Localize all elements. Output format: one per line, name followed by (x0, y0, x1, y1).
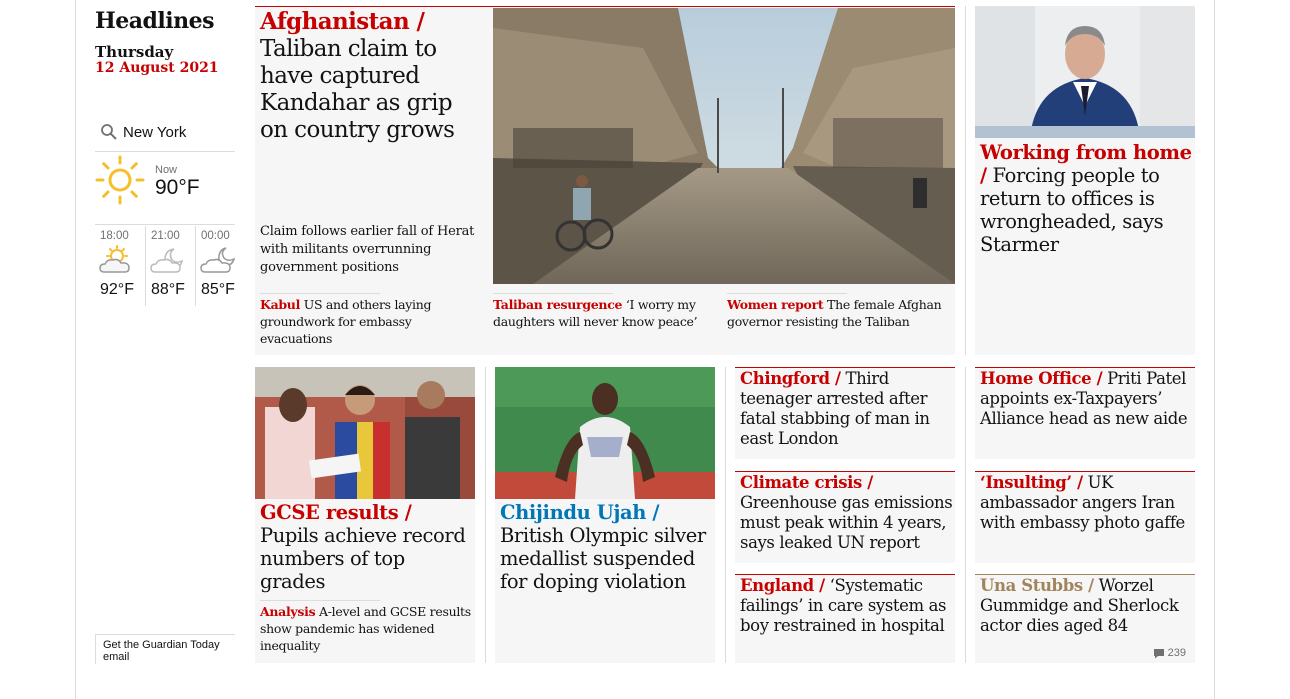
divider (260, 600, 380, 601)
sublink-kicker: Women report (727, 297, 824, 312)
forecast-temp: 85°F (200, 281, 235, 298)
story-kicker: England / (740, 576, 825, 595)
cloudy-moon-icon (150, 248, 184, 273)
partly-cloudy-moon-icon (200, 247, 236, 273)
forecast-time: 00:00 (200, 230, 230, 242)
weather-forecast: 18:00 92°F 21:00 88°F 00:00 85°F (95, 226, 245, 306)
main-story-standfirst: Claim follows earlier fall of Herat with… (260, 224, 475, 275)
story-home-office[interactable]: Home Office / Priti Patel appoints ex-Ta… (975, 367, 1195, 459)
date-full: 12 August 2021 (95, 60, 219, 76)
story-kicker: Chingford / (740, 369, 841, 388)
olympic-headline[interactable]: Chijindu Ujah / British Olympic silver m… (500, 501, 713, 593)
sublink-women-report[interactable]: Women report The female Afghan governor … (727, 296, 952, 330)
main-story-headline[interactable]: Afghanistan / Taliban claim to have capt… (260, 8, 485, 144)
story-chingford[interactable]: Chingford / Third teenager arrested afte… (735, 367, 955, 459)
weather-current: Now 90°F (95, 155, 235, 225)
comment-count[interactable]: 239 (1153, 647, 1186, 659)
forecast-item: 21:00 88°F (144, 226, 195, 306)
forecast-temp: 92°F (100, 281, 134, 298)
gcse-kicker: GCSE results / (260, 501, 412, 524)
wfh-story-card[interactable]: Working from home / Forcing people to re… (975, 6, 1195, 355)
forecast-time: 21:00 (150, 230, 180, 242)
email-signup-link[interactable]: Get the Guardian Today email (95, 634, 235, 664)
divider (260, 293, 380, 294)
olympic-story-card[interactable]: Chijindu Ujah / British Olympic silver m… (495, 367, 715, 663)
sun-icon (95, 155, 145, 205)
wfh-headline[interactable]: Working from home / Forcing people to re… (980, 141, 1192, 256)
story-title: Greenhouse gas emissions must peak withi… (740, 493, 953, 552)
story-headline[interactable]: England / ‘Systematic failings’ in care … (740, 576, 953, 636)
gcse-headline[interactable]: GCSE results / Pupils achieve record num… (260, 501, 473, 593)
partly-cloudy-sun-icon (99, 245, 130, 273)
olympic-kicker: Chijindu Ujah / (500, 501, 660, 524)
weather-location-search[interactable]: New York (95, 118, 235, 152)
olympic-title: British Olympic silver medallist suspend… (500, 524, 706, 593)
search-icon (101, 124, 117, 140)
story-headline[interactable]: Una Stubbs / Worzel Gummidge and Sherloc… (980, 576, 1193, 636)
divider (727, 293, 847, 294)
sublink-kicker: Taliban resurgence (493, 297, 623, 312)
weather-now-temp: 90°F (155, 176, 200, 199)
sublink-kicker: Kabul (260, 297, 301, 312)
gcse-title: Pupils achieve record numbers of top gra… (260, 524, 466, 593)
kandahar-street-photo (493, 8, 955, 284)
forecast-item: 18:00 92°F (95, 226, 145, 306)
main-story-photo[interactable] (493, 8, 955, 284)
sublink-taliban-resurgence[interactable]: Taliban resurgence ‘I worry my daughters… (493, 296, 715, 330)
comment-icon (1153, 648, 1164, 658)
story-england[interactable]: England / ‘Systematic failings’ in care … (735, 574, 955, 663)
story-kicker: Home Office / (980, 369, 1103, 388)
forecast-temp: 88°F (150, 281, 185, 298)
forecast-item: 00:00 85°F (194, 226, 245, 306)
olympic-photo[interactable] (495, 367, 715, 499)
sublink-kabul[interactable]: Kabul US and others laying groundwork fo… (260, 296, 475, 347)
weather-location: New York (123, 124, 187, 141)
story-headline[interactable]: Home Office / Priti Patel appoints ex-Ta… (980, 369, 1193, 429)
story-headline[interactable]: Climate crisis / Greenhouse gas emission… (740, 473, 953, 553)
divider (493, 293, 613, 294)
comment-count-value: 239 (1167, 647, 1186, 659)
column-divider (965, 367, 966, 663)
weather-now-label: Now (155, 164, 178, 176)
column-divider (725, 367, 726, 663)
story-kicker: Climate crisis / (740, 473, 873, 492)
sprinter-photo (495, 367, 715, 499)
left-rail: Headlines Thursday 12 August 2021 New Yo… (95, 0, 245, 699)
main-story-card[interactable]: Afghanistan / Taliban claim to have capt… (255, 6, 955, 355)
story-headline[interactable]: Chingford / Third teenager arrested afte… (740, 369, 953, 449)
sublink-analysis[interactable]: Analysis A-level and GCSE results show p… (260, 603, 472, 654)
story-una-stubbs[interactable]: Una Stubbs / Worzel Gummidge and Sherloc… (975, 574, 1195, 663)
starmer-photo[interactable] (975, 6, 1195, 138)
story-kicker: Una Stubbs / (980, 576, 1094, 595)
story-kicker: ‘Insulting’ / (980, 473, 1083, 492)
main-story-kicker: Afghanistan / (260, 8, 425, 35)
column-divider (485, 367, 486, 663)
column-divider (965, 6, 966, 355)
forecast-time: 18:00 (100, 230, 129, 242)
gcse-photo[interactable] (255, 367, 475, 499)
students-results-photo (255, 367, 475, 499)
wfh-title: Forcing people to return to offices is w… (980, 164, 1164, 256)
sublink-kicker: Analysis (260, 604, 316, 619)
story-insulting[interactable]: ‘Insulting’ / UK ambassador angers Iran … (975, 471, 1195, 563)
headlines-title: Headlines (95, 8, 215, 34)
gcse-story-card[interactable]: GCSE results / Pupils achieve record num… (255, 367, 475, 663)
starmer-portrait (975, 6, 1195, 138)
main-story-title: Taliban claim to have captured Kandahar … (260, 36, 455, 143)
story-climate[interactable]: Climate crisis / Greenhouse gas emission… (735, 471, 955, 563)
date-day: Thursday (95, 43, 174, 61)
story-headline[interactable]: ‘Insulting’ / UK ambassador angers Iran … (980, 473, 1193, 533)
